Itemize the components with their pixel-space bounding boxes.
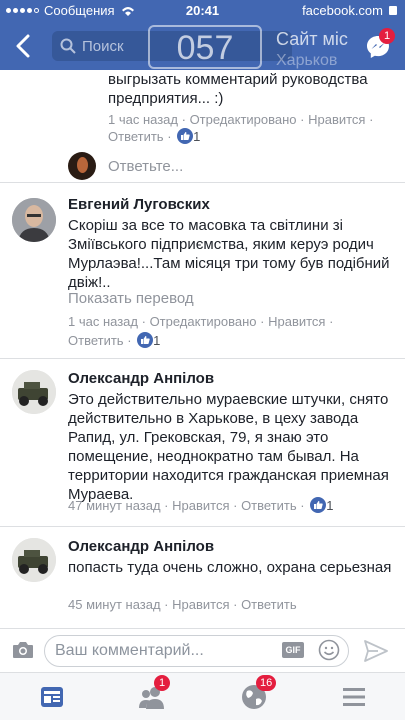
back-button[interactable]: [10, 32, 38, 60]
prev-comment-meta: 1 час назад · Отредактировано · Нравится…: [108, 112, 374, 144]
send-icon[interactable]: [364, 640, 388, 662]
status-bar: Сообщения 20:41 facebook.com: [0, 0, 405, 22]
comment-reply-button[interactable]: Ответить: [241, 597, 297, 612]
comment-text: Это действительно мураевские штучки, сня…: [68, 391, 389, 503]
comment-time: 1 час назад: [68, 314, 138, 329]
search-placeholder: Поиск: [82, 37, 124, 55]
avatar: [12, 198, 56, 242]
tab-friends[interactable]: 1: [138, 675, 170, 711]
comment-like-button[interactable]: Нравится: [268, 314, 325, 329]
prev-comment-time: 1 час назад: [108, 112, 178, 127]
messenger-badge: 1: [379, 28, 395, 44]
prev-comment-like-button[interactable]: Нравится: [308, 112, 365, 127]
comment-meta: 45 минут назад · Нравится · Ответить: [68, 597, 297, 612]
comment-reply-button[interactable]: Ответить: [68, 333, 124, 348]
divider: [0, 182, 405, 183]
comment-time: 47 минут назад: [68, 498, 161, 513]
gif-button[interactable]: GIF: [282, 642, 304, 658]
tab-bar: 1 16: [0, 672, 405, 720]
chevron-left-icon: [16, 34, 30, 58]
watermark-subtext: Харьков: [276, 52, 338, 69]
reply-prompt[interactable]: Ответьте...: [108, 158, 183, 175]
prev-comment-reply-button[interactable]: Ответить: [108, 129, 164, 144]
avatar: [12, 538, 56, 582]
translate-link[interactable]: Показать перевод: [68, 290, 194, 307]
comment-like-count: 1: [326, 498, 334, 513]
comment-like-button[interactable]: Нравится: [172, 498, 229, 513]
comment-like-button[interactable]: Нравится: [172, 597, 229, 612]
comment-author[interactable]: Олександр Анпілов: [68, 370, 214, 387]
emoji-icon[interactable]: [318, 639, 340, 661]
reply-prompt-row[interactable]: Ответьте...: [68, 152, 183, 180]
nav-bar: Поиск 057 Сайт міс Харьков 1: [0, 22, 405, 70]
notifications-badge: 16: [256, 675, 277, 691]
like-icon: [177, 128, 194, 144]
lock-icon: [389, 6, 397, 15]
messenger-button[interactable]: 1: [365, 28, 395, 60]
comments-list[interactable]: выгрызать комментарий руководства предпр…: [0, 70, 405, 628]
watermark-logo: 057: [148, 25, 262, 69]
comment-text: Скоріш за все то масовка та світлини зі …: [68, 217, 390, 291]
like-icon: [310, 497, 327, 513]
comment-edited[interactable]: Отредактировано: [150, 314, 257, 329]
status-site: facebook.com: [302, 3, 383, 18]
search-icon: [60, 38, 76, 54]
friends-badge: 1: [154, 675, 170, 691]
camera-icon[interactable]: [12, 641, 34, 659]
comment-meta: 47 минут назад · Нравится · Ответить · 1: [68, 497, 334, 513]
avatar: [12, 370, 56, 414]
comment-time: 45 минут назад: [68, 597, 161, 612]
prev-comment-text: выгрызать комментарий руководства предпр…: [108, 71, 368, 107]
watermark-text: Сайт міс: [276, 29, 348, 49]
tab-notifications[interactable]: 16: [240, 675, 277, 711]
prev-comment-like-count: 1: [193, 129, 201, 144]
tab-news-feed-icon[interactable]: [38, 683, 66, 711]
comment-reply-button[interactable]: Ответить: [241, 498, 297, 513]
like-icon: [137, 332, 154, 348]
comment-author[interactable]: Олександр Анпілов: [68, 538, 214, 555]
prev-comment-edited[interactable]: Отредактировано: [190, 112, 297, 127]
comment-meta: 1 час назад · Отредактировано · Нравится…: [68, 314, 334, 348]
divider: [0, 358, 405, 359]
avatar: [68, 152, 96, 180]
comment-composer: Ваш комментарий... GIF: [0, 628, 405, 672]
menu-icon[interactable]: [340, 683, 368, 711]
comment-like-count: 1: [153, 333, 161, 348]
divider: [0, 526, 405, 527]
comment-text: попасть туда очень сложно, охрана серьез…: [68, 559, 392, 576]
comment-author[interactable]: Евгений Луговских: [68, 196, 210, 213]
